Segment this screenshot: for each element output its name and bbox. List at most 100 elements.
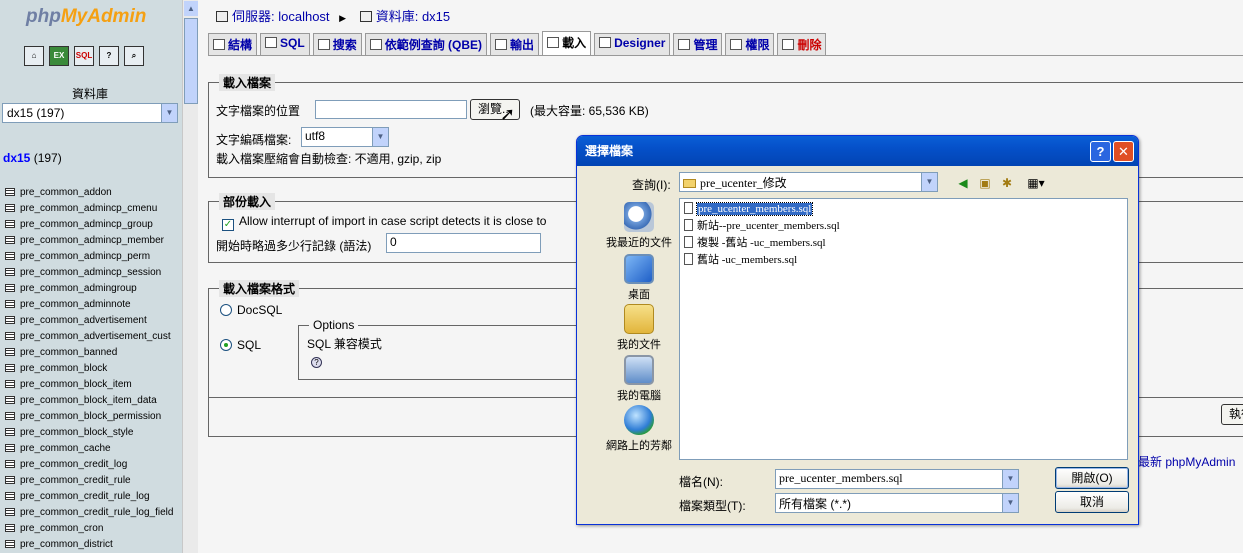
chevron-down-icon[interactable]: ▼ (161, 104, 177, 122)
table-icon[interactable] (5, 236, 15, 244)
view-menu-icon[interactable]: ▦▾ (1023, 176, 1049, 190)
table-list-item[interactable]: pre_common_credit_rule_log (5, 489, 183, 505)
format-option-docsql[interactable]: DocSQL (220, 303, 282, 317)
table-name[interactable]: pre_common_admingroup (20, 283, 137, 294)
table-list-item[interactable]: pre_common_credit_log (5, 457, 183, 473)
left-scrollbar[interactable]: ▲ (182, 0, 198, 553)
table-list-item[interactable]: pre_common_advertisement (5, 313, 183, 329)
breadcrumb-server[interactable]: 伺服器: localhost (232, 9, 330, 24)
table-list-item[interactable]: pre_common_adminnote (5, 297, 183, 313)
place-my-computer[interactable]: 我的電腦 (589, 355, 689, 403)
sql-icon[interactable]: SQL (74, 46, 94, 66)
table-list-item[interactable]: pre_common_advertisement_cust (5, 329, 183, 345)
home-icon[interactable]: ⌂ (24, 46, 44, 66)
table-name[interactable]: pre_common_adminnote (20, 299, 131, 310)
chevron-down-icon[interactable]: ▼ (921, 173, 937, 191)
dialog-help-button[interactable]: ? (1090, 141, 1111, 162)
table-list-item[interactable]: pre_common_block_style (5, 425, 183, 441)
file-location-input[interactable] (315, 100, 467, 119)
table-icon[interactable] (5, 380, 15, 388)
table-name[interactable]: pre_common_block_item (20, 379, 132, 390)
cancel-button[interactable]: 取消 (1055, 491, 1129, 513)
table-icon[interactable] (5, 508, 15, 516)
table-list-item[interactable]: pre_common_admincp_cmenu (5, 201, 183, 217)
table-name[interactable]: pre_common_admincp_perm (20, 251, 150, 262)
database-select[interactable]: dx15 (197) ▼ (2, 103, 178, 123)
table-name[interactable]: pre_common_addon (20, 187, 112, 198)
table-icon[interactable] (5, 492, 15, 500)
table-icon[interactable] (5, 284, 15, 292)
place-my-documents[interactable]: 我的文件 (589, 304, 689, 352)
table-list-item[interactable]: pre_common_admincp_session (5, 265, 183, 281)
table-icon[interactable] (5, 348, 15, 356)
exit-icon[interactable]: EX (49, 46, 69, 66)
table-list-item[interactable]: pre_common_credit_rule_log_field (5, 505, 183, 521)
back-arrow-icon[interactable]: ◀ (955, 176, 971, 190)
dialog-close-button[interactable]: ✕ (1113, 141, 1134, 162)
tab-sql[interactable]: SQL (260, 33, 310, 55)
tab-operations[interactable]: 管理 (673, 33, 723, 55)
tab-query[interactable]: 依範例查詢 (QBE) (364, 33, 488, 55)
table-name[interactable]: pre_common_credit_rule_log (20, 491, 150, 502)
chevron-down-icon[interactable]: ▼ (1002, 494, 1018, 512)
table-list-item[interactable]: pre_common_block (5, 361, 183, 377)
table-name[interactable]: pre_common_block (20, 363, 107, 374)
new-folder-icon[interactable]: ✱ (999, 176, 1015, 190)
table-icon[interactable] (5, 396, 15, 404)
table-name[interactable]: pre_common_block_item_data (20, 395, 157, 406)
place-recent[interactable]: 我最近的文件 (589, 202, 689, 250)
table-list-item[interactable]: pre_common_cache (5, 441, 183, 457)
file-list-item[interactable]: 舊站 -uc_members.sql (684, 252, 797, 268)
table-name[interactable]: pre_common_advertisement_cust (20, 331, 171, 342)
allow-interrupt-checkbox[interactable]: ✓ (222, 219, 234, 231)
filename-input[interactable]: pre_ucenter_members.sql ▼ (775, 469, 1019, 489)
table-icon[interactable] (5, 316, 15, 324)
charset-select[interactable]: utf8 ▼ (301, 127, 389, 147)
phpmyadmin-logo[interactable]: phpMyAdmin (26, 6, 146, 28)
table-icon[interactable] (5, 364, 15, 372)
tab-structure[interactable]: 結構 (208, 33, 258, 55)
table-icon[interactable] (5, 428, 15, 436)
table-list-item[interactable]: pre_common_addon (5, 185, 183, 201)
scroll-up-icon[interactable]: ▲ (184, 1, 198, 16)
table-list-item[interactable]: pre_common_credit_rule (5, 473, 183, 489)
docs-icon[interactable]: ⌕ (124, 46, 144, 66)
tab-import[interactable]: 載入 (542, 31, 592, 55)
table-name[interactable]: pre_common_district (20, 539, 113, 550)
look-in-select[interactable]: pre_ucenter_修改 ▼ (679, 172, 938, 192)
tab-search[interactable]: 搜索 (312, 33, 362, 55)
filetype-select[interactable]: 所有檔案 (*.*) ▼ (775, 493, 1019, 513)
table-icon[interactable] (5, 524, 15, 532)
help-icon[interactable]: ? (99, 46, 119, 66)
place-desktop[interactable]: 桌面 (589, 254, 689, 302)
table-name[interactable]: pre_common_admincp_group (20, 219, 153, 230)
table-name[interactable]: pre_common_admincp_cmenu (20, 203, 157, 214)
table-name[interactable]: pre_common_block_permission (20, 411, 161, 422)
table-name[interactable]: pre_common_admincp_session (20, 267, 161, 278)
file-list-item[interactable]: 新站--pre_ucenter_members.sql (684, 218, 840, 234)
table-icon[interactable] (5, 300, 15, 308)
table-name[interactable]: pre_common_credit_rule (20, 475, 131, 486)
table-icon[interactable] (5, 220, 15, 228)
table-icon[interactable] (5, 204, 15, 212)
table-name[interactable]: pre_common_cron (20, 523, 103, 534)
table-name[interactable]: pre_common_cache (20, 443, 111, 454)
go-button[interactable]: 執行 (1221, 404, 1243, 425)
table-icon[interactable] (5, 332, 15, 340)
table-list-item[interactable]: pre_common_cron (5, 521, 183, 537)
open-button[interactable]: 開啟(O) (1055, 467, 1129, 489)
table-list-item[interactable]: pre_common_admincp_group (5, 217, 183, 233)
table-name[interactable]: pre_common_banned (20, 347, 117, 358)
table-icon[interactable] (5, 444, 15, 452)
table-list-item[interactable]: pre_common_block_item (5, 377, 183, 393)
file-list-item[interactable]: 複製 -舊站 -uc_members.sql (684, 235, 826, 251)
table-list-item[interactable]: pre_common_district (5, 537, 183, 553)
chevron-down-icon[interactable]: ▼ (372, 128, 388, 146)
table-icon[interactable] (5, 188, 15, 196)
breadcrumb-database[interactable]: 資料庫: dx15 (376, 9, 450, 24)
docsql-radio[interactable] (220, 304, 232, 316)
scrollbar-thumb[interactable] (184, 18, 198, 104)
table-name[interactable]: pre_common_admincp_member (20, 235, 164, 246)
chevron-down-icon[interactable]: ▼ (1002, 470, 1018, 488)
table-list-item[interactable]: pre_common_banned (5, 345, 183, 361)
